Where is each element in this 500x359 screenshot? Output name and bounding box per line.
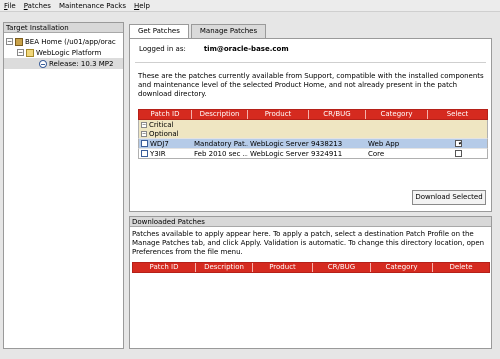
tab-bar: Get Patches Manage Patches <box>129 24 268 39</box>
menu-help[interactable]: Help <box>130 2 154 10</box>
download-selected-button[interactable]: Download Selected <box>412 190 486 205</box>
column-header-crbug[interactable]: CR/BUG <box>309 110 366 119</box>
tree-item-weblogic-platform[interactable]: − WebLogic Platform <box>4 47 123 58</box>
table-row[interactable]: Y3IR Feb 2010 sec ... WebLogic Server 93… <box>138 148 488 158</box>
column-header-category[interactable]: Category <box>371 263 433 272</box>
patch-icon <box>141 150 148 157</box>
patches-description: These are the patches currently availabl… <box>138 72 484 98</box>
menu-file[interactable]: File <box>0 2 20 10</box>
downloaded-patches-panel: Downloaded Patches Patches available to … <box>129 216 492 349</box>
column-header-description[interactable]: Description <box>192 110 248 119</box>
column-header-category[interactable]: Category <box>366 110 428 119</box>
available-patches-table: Patch ID Description Product CR/BUG Cate… <box>138 109 488 159</box>
logged-in-user: tim@oracle-base.com <box>203 45 289 53</box>
column-header-description[interactable]: Description <box>196 263 253 272</box>
get-patches-panel: Logged in as: tim@oracle-base.com These a… <box>129 38 492 212</box>
tab-get-patches[interactable]: Get Patches <box>129 24 189 39</box>
group-optional[interactable]: − Optional <box>138 129 488 138</box>
patch-icon <box>141 140 148 147</box>
divider <box>135 62 486 63</box>
column-header-select[interactable]: Select <box>428 110 487 119</box>
column-header-patch-id[interactable]: Patch ID <box>139 110 192 119</box>
logged-in-info: Logged in as: tim@oracle-base.com <box>139 45 289 53</box>
target-installation-panel: Target Installation − BEA Home (/u01/app… <box>3 22 124 349</box>
downloaded-description: Patches available to apply appear here. … <box>132 230 485 256</box>
tree-item-bea-home[interactable]: − BEA Home (/u01/app/orac <box>4 36 123 47</box>
downloaded-patches-table: Patch ID Description Product CR/BUG Cate… <box>132 262 490 273</box>
menu-patches[interactable]: Patches <box>20 2 55 10</box>
table-row[interactable]: WDJ7 Mandatory Pat... WebLogic Server 94… <box>138 138 488 148</box>
release-icon <box>39 59 47 68</box>
tab-manage-patches[interactable]: Manage Patches <box>190 24 267 38</box>
collapse-icon[interactable]: − <box>141 130 147 137</box>
column-header-product[interactable]: Product <box>253 263 313 272</box>
group-critical[interactable]: − Critical <box>138 120 488 129</box>
table-body: − Critical − Optional WDJ7 Mandatory Pat… <box>138 120 488 159</box>
folder-icon <box>26 48 34 57</box>
column-header-patch-id[interactable]: Patch ID <box>133 263 196 272</box>
home-icon <box>15 37 23 46</box>
menu-bar: File Patches Maintenance Packs Help <box>0 0 500 12</box>
menu-maintenance-packs[interactable]: Maintenance Packs <box>55 2 130 10</box>
column-header-crbug[interactable]: CR/BUG <box>313 263 371 272</box>
collapse-icon[interactable]: − <box>17 49 24 56</box>
collapse-icon[interactable]: − <box>6 38 13 45</box>
expand-icon[interactable]: − <box>141 121 147 128</box>
select-checkbox[interactable]: ✔ <box>455 140 462 147</box>
select-checkbox[interactable] <box>455 150 462 157</box>
installation-tree: − BEA Home (/u01/app/orac − WebLogic Pla… <box>4 33 123 69</box>
panel-title: Target Installation <box>4 23 123 33</box>
column-header-delete[interactable]: Delete <box>433 263 489 272</box>
tree-item-release[interactable]: Release: 10.3 MP2 <box>4 58 123 69</box>
table-header: Patch ID Description Product CR/BUG Cate… <box>138 109 488 120</box>
panel-title: Downloaded Patches <box>130 217 491 227</box>
table-header: Patch ID Description Product CR/BUG Cate… <box>132 262 490 273</box>
column-header-product[interactable]: Product <box>248 110 309 119</box>
